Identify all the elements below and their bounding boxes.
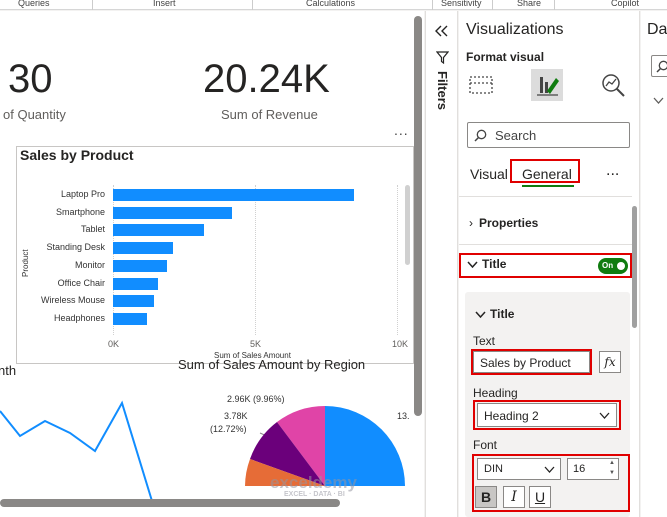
divider [459,244,632,245]
tabs-more-button[interactable]: ... [606,162,619,180]
text-label: Text [473,334,496,348]
highlight-heading-dropdown [473,400,621,430]
bar[interactable] [113,277,159,290]
visualizations-pane[interactable]: Visualizations Format visual Search Visu… [459,11,640,517]
pie-label-c: 13. [397,411,410,421]
divider [459,196,632,197]
search-icon [656,60,667,73]
search-input[interactable]: Search [467,122,630,148]
visualizations-title: Visualizations [466,21,564,38]
category-label: Tablet [80,224,105,235]
chevron-down-icon [475,311,486,319]
ribbon-group-calculations: Calculations [306,0,356,8]
category-label: Office Chair [57,277,105,288]
title-card-header[interactable]: Title [475,307,514,321]
analytics-icon[interactable] [597,69,629,101]
format-visual-icon[interactable] [531,69,563,101]
bar[interactable] [113,242,173,255]
x-tick-label: 5K [250,339,262,349]
line-series [0,400,153,501]
category-label: Monitor [74,259,105,270]
bar[interactable] [113,224,204,237]
bar[interactable] [113,295,155,308]
chart-title: Sales by Product [20,147,134,163]
x-tick-label: 10K [392,339,409,349]
ribbon-group-sensitivity: Sensitivity [441,0,482,8]
revenue-card-label: Sum of Revenue [221,107,318,122]
highlight-title-row [459,253,632,278]
quantity-card-value: 30 [8,57,53,101]
ribbon-group-copilot: Copilot [611,0,640,8]
heading-label: Heading [473,386,518,400]
line-chart[interactable] [0,391,170,501]
bar[interactable] [113,189,355,201]
bar[interactable] [113,312,148,325]
ribbon-group-share: Share [517,0,542,8]
highlight-text-input [471,349,592,375]
sales-by-product-chart[interactable]: Sales by Product Product Sum of Sales Am… [16,146,414,364]
font-label: Font [473,438,498,452]
fx-button[interactable]: fx [599,351,621,373]
bar[interactable] [113,206,233,219]
report-canvas[interactable]: 30 of Quantity 20.24K Sum of Revenue ...… [0,11,424,517]
pie-label-b1: 3.78K [224,411,248,421]
grid-line [255,185,256,335]
canvas-horizontal-scrollbar[interactable] [0,499,340,507]
search-icon [474,129,487,142]
data-search-input[interactable] [651,55,667,77]
pie-label-b2: (12.72%) [210,424,247,434]
quantity-card-label: of Quantity [3,107,66,122]
category-label: Wireless Mouse [40,295,105,306]
revenue-card-value: 20.24K [203,57,330,101]
title-card-header-label: Title [490,307,515,321]
category-label: Smartphone [55,206,105,217]
filters-pane[interactable]: Filters [425,11,458,517]
search-placeholder: Search [495,128,537,143]
x-tick-label: 0K [108,339,120,349]
category-label: Standing Desk [46,242,105,253]
more-options-button[interactable]: ... [394,122,409,138]
ribbon-group-insert: Insert [153,0,176,8]
chevron-down-icon[interactable] [653,97,664,105]
highlight-general-tab [510,159,580,183]
watermark-tagline: EXCEL · DATA · BI [284,491,345,498]
data-pane[interactable]: Data [641,11,667,517]
grid-line [397,185,398,335]
chart-scrollbar[interactable] [405,185,410,265]
line-chart-title: nth [0,363,17,378]
bar[interactable] [113,259,167,272]
category-label: Laptop Pro [60,189,105,199]
visualizations-scrollbar[interactable] [632,206,637,328]
format-visual-label: Format visual [466,50,545,64]
build-visual-icon[interactable] [465,69,497,101]
properties-section[interactable]: › Properties [469,216,538,230]
region-chart-title: Sum of Sales Amount by Region [178,357,366,372]
title-settings-card: Title Text Sales by Product fx Heading H… [465,292,630,517]
highlight-font-controls [472,454,630,512]
ribbon-group-labels: Queries Insert Calculations Sensitivity … [0,0,667,10]
filters-label[interactable]: Filters [435,71,450,110]
canvas-vertical-scrollbar[interactable] [414,16,422,416]
filter-funnel-icon [436,51,449,64]
watermark-brand: exceldemy [270,473,357,492]
category-label: Headphones [53,312,105,323]
ribbon-group-queries: Queries [18,0,50,8]
tab-general-underline [522,185,574,187]
data-pane-title: Data [647,21,667,38]
expand-filters-icon[interactable] [435,25,449,37]
pie-label-a: 2.96K (9.96%) [227,394,285,404]
properties-label: Properties [479,216,539,230]
tab-visual[interactable]: Visual [470,166,508,182]
